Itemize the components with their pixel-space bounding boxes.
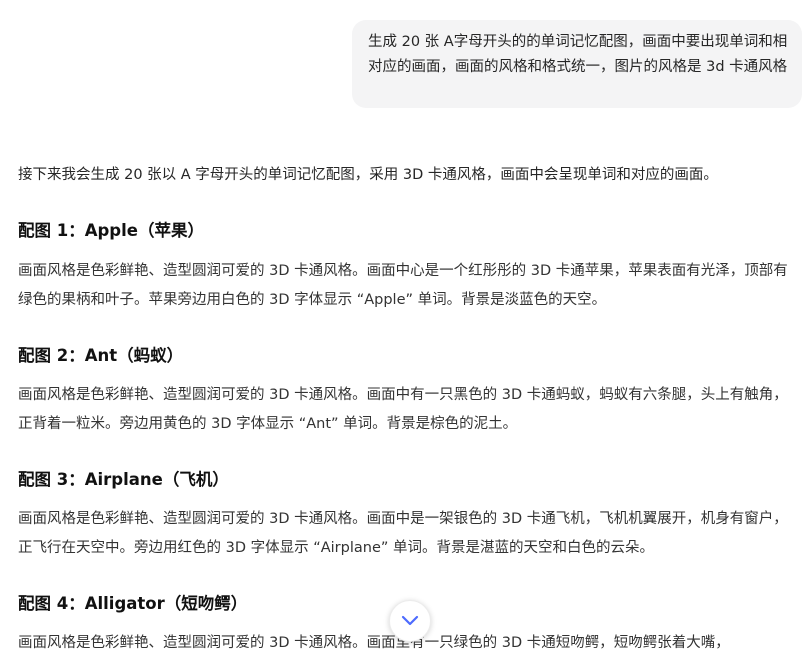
section-description-ant: 画面风格是色彩鲜艳、造型圆润可爱的 3D 卡通风格。画面中有一只黑色的 3D 卡… <box>18 387 788 432</box>
scroll-to-bottom-button[interactable] <box>389 600 431 642</box>
assistant-intro: 接下来我会生成 20 张以 A 字母开头的单词记忆配图，采用 3D 卡通风格，画… <box>18 167 718 183</box>
section-description-apple: 画面风格是色彩鲜艳、造型圆润可爱的 3D 卡通风格。画面中心是一个红彤彤的 3D… <box>18 263 788 308</box>
assistant-message: 接下来我会生成 20 张以 A 字母开头的单词记忆配图，采用 3D 卡通风格，画… <box>18 164 788 651</box>
section-title-ant: 配图 2：Ant（蚂蚁） <box>18 346 184 365</box>
section-title-airplane: 配图 3：Airplane（飞机） <box>18 470 229 489</box>
user-message-text: 生成 20 张 A字母开头的的单词记忆配图，画面中要出现单词和相对应的画面，画面… <box>368 34 788 75</box>
section-title-apple: 配图 1：Apple（苹果） <box>18 221 204 240</box>
chevron-down-icon <box>401 615 419 627</box>
user-message-bubble: 生成 20 张 A字母开头的的单词记忆配图，画面中要出现单词和相对应的画面，画面… <box>352 20 802 108</box>
section-title-alligator: 配图 4：Alligator（短吻鳄） <box>18 594 248 613</box>
chat-container: 生成 20 张 A字母开头的的单词记忆配图，画面中要出现单词和相对应的画面，画面… <box>0 0 812 658</box>
section-description-airplane: 画面风格是色彩鲜艳、造型圆润可爱的 3D 卡通风格。画面中是一架银色的 3D 卡… <box>18 511 788 556</box>
